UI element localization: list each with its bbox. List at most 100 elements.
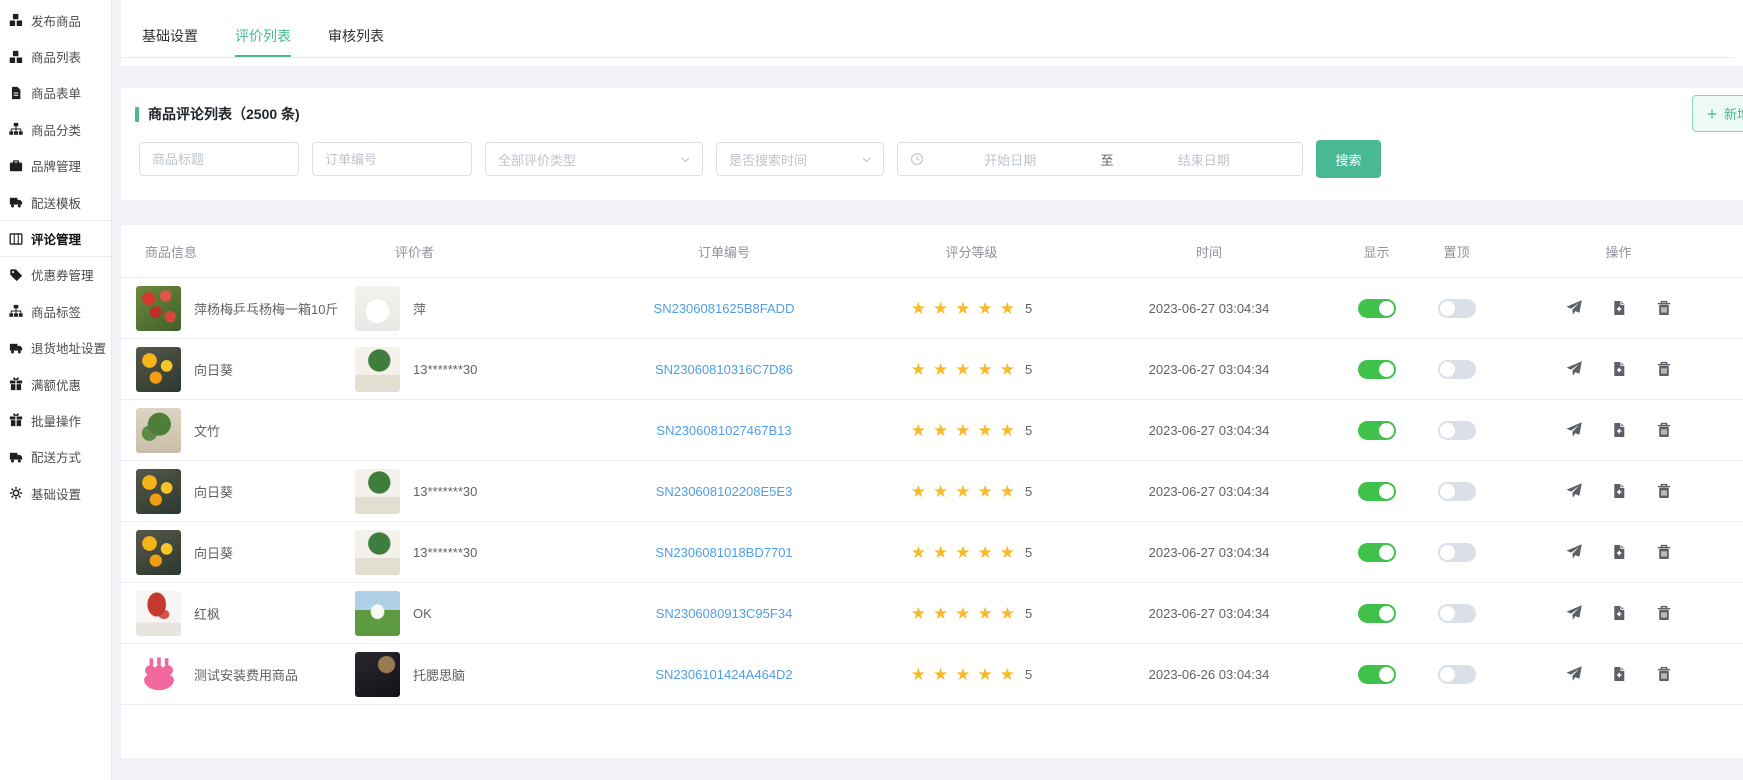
product-title-input[interactable] (139, 142, 299, 176)
table-row: 向日葵13*******30SN23060810316C7D86★★★★★520… (121, 339, 1743, 400)
sidebar-item-brand-management[interactable]: 品牌管理 (0, 148, 111, 184)
delete-button[interactable] (1656, 361, 1672, 377)
star-icon: ★ (955, 666, 970, 683)
sidebar-item-publish-product[interactable]: 发布商品 (0, 2, 111, 38)
review-time: 2023-06-27 03:04:34 (1149, 606, 1270, 621)
sidebar-item-shipping-template[interactable]: 配送模板 (0, 184, 111, 220)
reply-button[interactable] (1566, 483, 1582, 499)
sidebar-item-basic-settings[interactable]: 基础设置 (0, 475, 111, 511)
table-row: 红枫OKSN2306080913C95F34★★★★★52023-06-27 0… (121, 583, 1743, 644)
add-note-button[interactable] (1611, 300, 1627, 316)
show-toggle[interactable] (1358, 543, 1396, 562)
order-no-link[interactable]: SN23060810316C7D86 (655, 362, 793, 377)
pin-toggle[interactable] (1438, 604, 1476, 623)
order-no-link[interactable]: SN2306101424A464D2 (655, 667, 792, 682)
pin-toggle[interactable] (1438, 360, 1476, 379)
review-type-select[interactable]: 全部评价类型 (485, 142, 703, 176)
product-image (136, 286, 181, 331)
pin-toggle[interactable] (1438, 482, 1476, 501)
show-toggle[interactable] (1358, 360, 1396, 379)
truck-icon (9, 195, 23, 209)
star-icon: ★ (933, 544, 948, 561)
delete-button[interactable] (1656, 483, 1672, 499)
search-button[interactable]: 搜索 (1316, 140, 1381, 178)
toggle-knob (1379, 606, 1394, 621)
order-no-link[interactable]: SN230608102208E5E3 (656, 484, 793, 499)
star-rating: ★★★★★5 (911, 544, 1032, 561)
order-no-link[interactable]: SN2306081027467B13 (656, 423, 791, 438)
delete-button[interactable] (1656, 544, 1672, 560)
reply-button[interactable] (1566, 666, 1582, 682)
show-toggle[interactable] (1358, 665, 1396, 684)
star-icon: ★ (1000, 605, 1015, 622)
add-note-button[interactable] (1611, 422, 1627, 438)
star-rating: ★★★★★5 (911, 483, 1032, 500)
pin-toggle[interactable] (1438, 299, 1476, 318)
pin-toggle[interactable] (1438, 665, 1476, 684)
star-rating: ★★★★★5 (911, 300, 1032, 317)
date-range-picker[interactable]: 开始日期 至 结束日期 (897, 142, 1303, 176)
review-time: 2023-06-26 03:04:34 (1149, 667, 1270, 682)
star-rating: ★★★★★5 (911, 666, 1032, 683)
order-no-link[interactable]: SN2306081018BD7701 (655, 545, 792, 560)
reply-button[interactable] (1566, 605, 1582, 621)
star-icon: ★ (933, 361, 948, 378)
add-note-button[interactable] (1611, 666, 1627, 682)
toggle-knob (1440, 301, 1455, 316)
reply-button[interactable] (1566, 544, 1582, 560)
sidebar-item-shipping-method[interactable]: 配送方式 (0, 439, 111, 475)
show-toggle[interactable] (1358, 604, 1396, 623)
order-no-link[interactable]: SN2306081625B8FADD (654, 301, 795, 316)
date-start-placeholder: 开始日期 (924, 150, 1097, 169)
star-icon: ★ (978, 300, 993, 317)
add-note-button[interactable] (1611, 605, 1627, 621)
sidebar-item-full-discount[interactable]: 满额优惠 (0, 366, 111, 402)
sidebar-item-product-form[interactable]: 商品表单 (0, 75, 111, 111)
main-content: 基础设置评价列表审核列表 商品评论列表（2500 条) 新增 全部评价类型 是否… (121, 0, 1743, 780)
tab-review-list[interactable]: 评价列表 (235, 26, 291, 57)
reply-button[interactable] (1566, 361, 1582, 377)
file-plus-icon (1611, 544, 1627, 560)
reviewer-name: 13*******30 (413, 362, 477, 377)
sidebar-item-product-list[interactable]: 商品列表 (0, 38, 111, 74)
order-no-input[interactable] (312, 142, 472, 176)
paper-plane-icon (1566, 300, 1582, 316)
delete-button[interactable] (1656, 605, 1672, 621)
tab-audit-list[interactable]: 审核列表 (328, 26, 384, 57)
reply-button[interactable] (1566, 300, 1582, 316)
sidebar-item-coupon-management[interactable]: 优惠券管理 (0, 257, 111, 293)
add-new-button[interactable]: 新增 (1692, 95, 1743, 132)
time-search-select[interactable]: 是否搜索时间 (716, 142, 884, 176)
tab-basic-settings[interactable]: 基础设置 (142, 26, 198, 57)
sidebar-item-product-category[interactable]: 商品分类 (0, 111, 111, 147)
show-toggle[interactable] (1358, 421, 1396, 440)
pin-toggle[interactable] (1438, 421, 1476, 440)
paper-plane-icon (1566, 483, 1582, 499)
delete-button[interactable] (1656, 422, 1672, 438)
add-note-button[interactable] (1611, 361, 1627, 377)
add-note-button[interactable] (1611, 544, 1627, 560)
file-plus-icon (1611, 422, 1627, 438)
column-header: 操作 (1494, 242, 1743, 261)
star-rating: ★★★★★5 (911, 422, 1032, 439)
rating-value: 5 (1025, 423, 1032, 438)
reviewer-name: 13*******30 (413, 545, 477, 560)
trash-icon (1656, 544, 1672, 560)
paper-plane-icon (1566, 605, 1582, 621)
show-toggle[interactable] (1358, 482, 1396, 501)
delete-button[interactable] (1656, 666, 1672, 682)
sidebar-item-product-tag[interactable]: 商品标签 (0, 293, 111, 329)
order-no-link[interactable]: SN2306080913C95F34 (656, 606, 793, 621)
product-name: 红枫 (194, 604, 220, 623)
delete-button[interactable] (1656, 300, 1672, 316)
toggle-knob (1379, 484, 1394, 499)
sidebar: 发布商品商品列表商品表单商品分类品牌管理配送模板评论管理优惠券管理商品标签退货地… (0, 0, 112, 780)
add-note-button[interactable] (1611, 483, 1627, 499)
sidebar-item-batch-operation[interactable]: 批量操作 (0, 402, 111, 438)
reply-button[interactable] (1566, 422, 1582, 438)
sidebar-item-label: 优惠券管理 (31, 265, 94, 284)
pin-toggle[interactable] (1438, 543, 1476, 562)
show-toggle[interactable] (1358, 299, 1396, 318)
sidebar-item-return-address[interactable]: 退货地址设置 (0, 330, 111, 366)
sidebar-item-comment-management[interactable]: 评论管理 (0, 220, 111, 256)
